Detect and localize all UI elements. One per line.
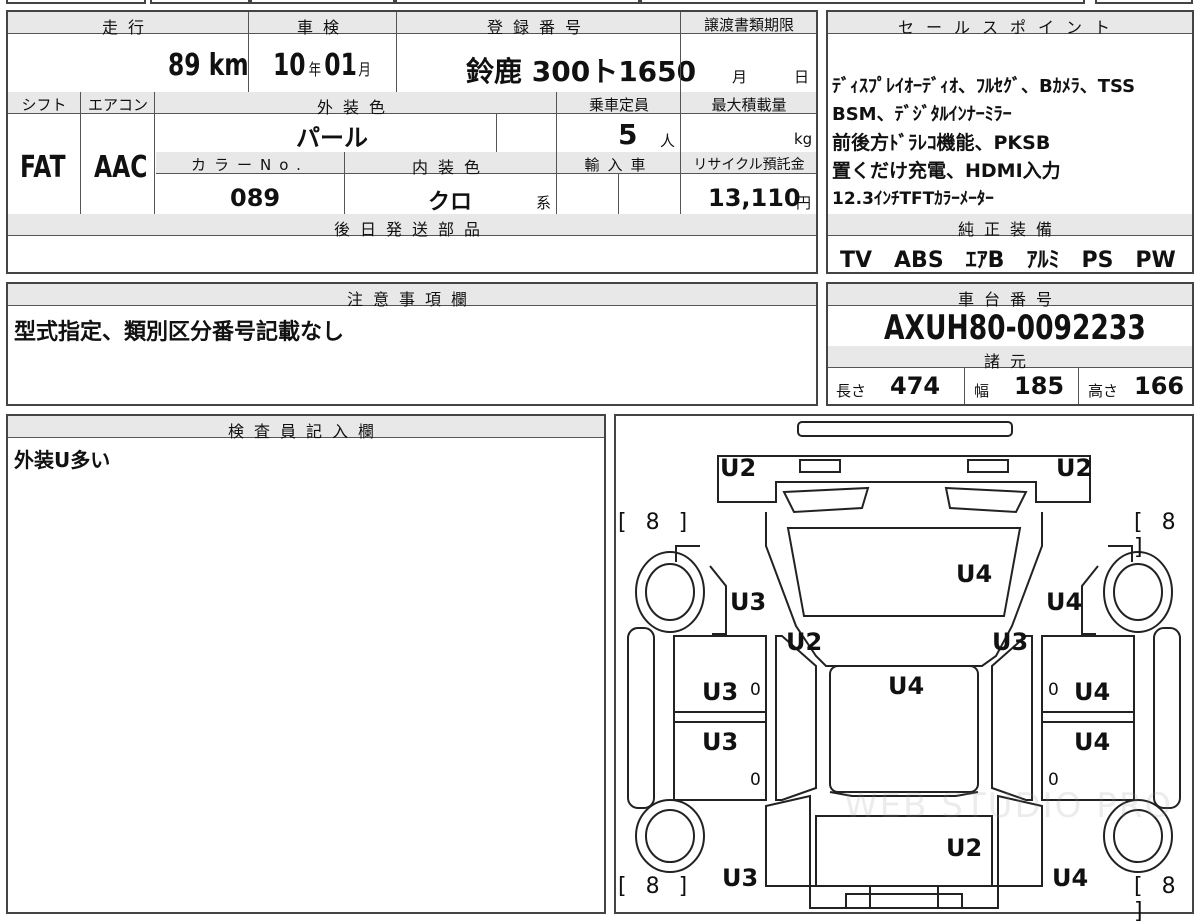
damage-zero: 0 (1048, 770, 1059, 790)
inspector-value: 外装U多い (14, 448, 111, 472)
damage-bracket: [ 8 ] (1134, 874, 1182, 924)
inspector-box: 検査員記入欄 外装U多い (6, 414, 606, 914)
vehicle-info-box: 走行 車検 登録番号 譲渡書類期限 89 km 10 年 01月 鈴鹿 300ト16… (6, 10, 818, 274)
width-label: 幅 (974, 382, 990, 400)
import-label: 輸入車 (584, 156, 654, 174)
damage-bracket: [ 8 ] (618, 510, 694, 535)
equipment-value: TV ABS ｴｱB ｱﾙﾐ PS PW (840, 248, 1176, 273)
damage-mark: U3 (730, 588, 767, 616)
damage-mark: U4 (1046, 588, 1083, 616)
car-diagram (627, 421, 1181, 909)
capacity-value: 5 (618, 118, 638, 151)
damage-mark: U4 (956, 560, 993, 588)
sales-point-line: BSM、ﾃﾞｼﾞﾀﾙｲﾝﾅｰﾐﾗｰ (832, 104, 1012, 125)
inspection-value: 10 年 01月 (273, 48, 371, 83)
capacity-unit: 人 (660, 132, 676, 150)
damage-mark: U4 (1074, 678, 1111, 706)
color-no-label: カラーNo. (191, 156, 309, 174)
length-value: 474 (890, 372, 941, 400)
damage-mark: U3 (722, 864, 759, 892)
registration-number: 鈴鹿 300ト1650 (466, 55, 697, 88)
registration-label: 登録番号 (486, 18, 591, 37)
damage-mark: U2 (786, 628, 823, 656)
interior-color-suffix: 系 (536, 194, 552, 212)
sales-points-box: セールスポイント ﾃﾞｨｽﾌﾟﾚｲｵｰﾃﾞｨｵ、ﾌﾙｾｸﾞ、Bｶﾒﾗ、TSS B… (826, 10, 1194, 274)
damage-bracket: [ 8 ] (618, 874, 694, 899)
damage-mark: U3 (702, 728, 739, 756)
height-value: 166 (1134, 372, 1185, 400)
recycle-unit: 円 (796, 194, 812, 212)
damage-mark: U3 (992, 628, 1029, 656)
load-unit: kg (794, 130, 813, 148)
car-diagram-box: WEB STUDIO PRO U2 U2 [ 8 ] [ 8 ] U4 U3 U… (614, 414, 1194, 924)
damage-mark: U4 (1074, 728, 1111, 756)
sales-points-label: セールスポイント (897, 18, 1122, 37)
equipment-label: 純正装備 (957, 220, 1062, 239)
width-value: 185 (1014, 372, 1065, 400)
ac-value: AAC (94, 150, 148, 185)
ac-label: エアコン (87, 96, 148, 114)
specs-label: 諸元 (983, 352, 1036, 371)
damage-mark: U4 (888, 672, 925, 700)
damage-mark: U3 (702, 678, 739, 706)
notes-value: 型式指定、類別区分番号記載なし (14, 320, 345, 345)
damage-mark: U2 (1056, 454, 1093, 482)
chassis-box: 車台番号 AXUH80-0092233 諸元 長さ 474 幅 185 高さ 1… (826, 282, 1194, 406)
shift-label: シフト (21, 96, 67, 114)
mileage-label: 走行 (101, 18, 154, 37)
damage-zero: 0 (750, 680, 761, 700)
color-no-value: 089 (230, 184, 281, 212)
exterior-color-value: パール (296, 124, 368, 152)
transfer-month: 月 (732, 68, 748, 86)
capacity-label: 乗車定員 (588, 96, 649, 114)
length-label: 長さ (836, 382, 867, 400)
sales-point-line: 12.3ｲﾝﾁTFTｶﾗｰﾒｰﾀｰ (832, 189, 994, 209)
sales-point-line: 前後方ﾄﾞﾗﾚｺ機能、PKSB (832, 132, 1051, 154)
damage-mark: U2 (720, 454, 757, 482)
sales-point-line: ﾃﾞｨｽﾌﾟﾚｲｵｰﾃﾞｨｵ、ﾌﾙｾｸﾞ、Bｶﾒﾗ、TSS (832, 76, 1136, 97)
damage-mark: U2 (946, 834, 983, 862)
max-load-label: 最大積載量 (711, 96, 787, 114)
height-label: 高さ (1088, 382, 1119, 400)
diagram-watermark: WEB STUDIO PRO (844, 786, 1174, 826)
damage-mark: U4 (1052, 864, 1089, 892)
shift-value: FAT (20, 150, 66, 185)
notes-box: 注意事項欄 型式指定、類別区分番号記載なし (6, 282, 818, 406)
interior-color-label: 内装色 (411, 158, 490, 177)
sales-point-line: 置くだけ充電、HDMI入力 (832, 160, 1061, 182)
chassis-label: 車台番号 (957, 290, 1062, 309)
parts-label: 後日発送部品 (333, 220, 490, 239)
transfer-day: 日 (794, 68, 810, 86)
inspection-label: 車検 (296, 18, 349, 37)
transfer-deadline-label: 譲渡書類期限 (703, 16, 794, 34)
inspector-label: 検査員記入欄 (227, 422, 384, 441)
recycle-label: リサイクル預託金 (693, 157, 805, 173)
recycle-value: 13,110 (708, 184, 801, 212)
damage-bracket: [ 8 ] (1134, 510, 1182, 560)
interior-color-value: クロ (428, 190, 473, 215)
damage-zero: 0 (750, 770, 761, 790)
damage-zero: 0 (1048, 680, 1059, 700)
notes-label: 注意事項欄 (346, 290, 477, 309)
chassis-number: AXUH80-0092233 (884, 308, 1146, 348)
mileage-value: 89 km (168, 48, 249, 83)
